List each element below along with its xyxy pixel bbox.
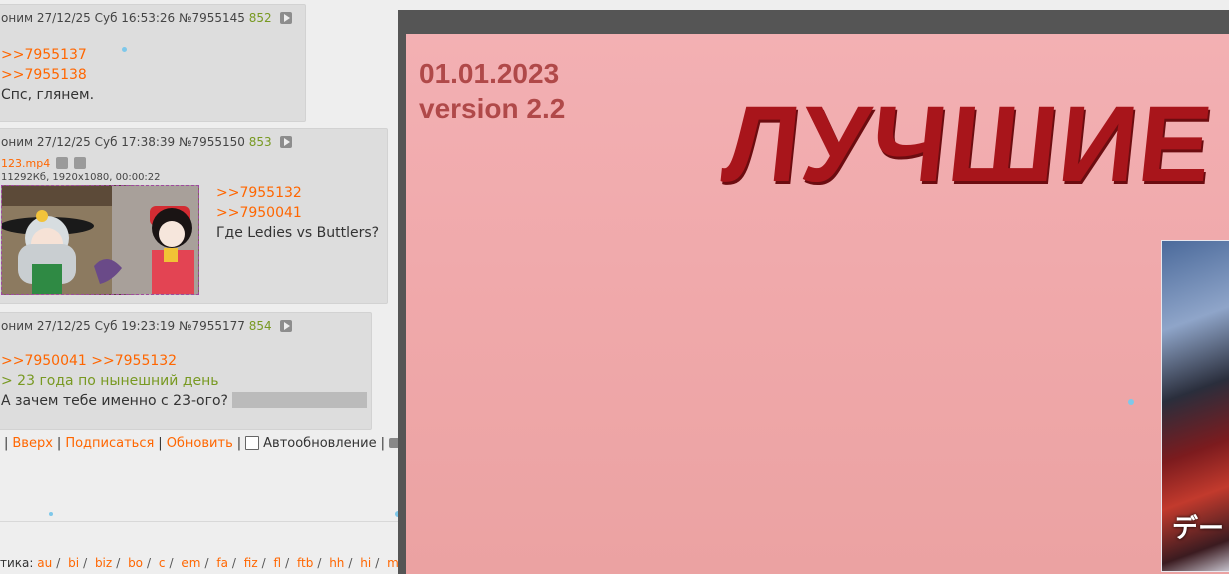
file-meta: 11292Кб, 1920x1080, 00:00:22 xyxy=(1,172,161,183)
viewer-date-block: 01.01.2023 version 2.2 xyxy=(419,56,565,126)
file-name[interactable]: 123.mp4 xyxy=(1,157,50,170)
decor-dot xyxy=(1128,399,1134,405)
post-date: 27/12/25 Суб 16:53:26 xyxy=(36,11,176,25)
reply-link[interactable]: >>7950041 xyxy=(216,203,379,223)
reply-links[interactable]: >>7950041 >>7955132 xyxy=(1,351,367,371)
post-date: 27/12/25 Суб 17:38:39 xyxy=(36,135,176,149)
board-link[interactable]: fa xyxy=(216,556,228,570)
post-7955145: оним 27/12/25 Суб 16:53:26 №7955145 852 … xyxy=(0,4,306,122)
download-icon[interactable] xyxy=(74,157,87,169)
boards-prefix: тика: xyxy=(0,556,34,570)
separator: | xyxy=(4,436,9,451)
reply-link[interactable]: >>7955137 xyxy=(1,45,94,65)
divider xyxy=(0,521,400,522)
board-link[interactable]: em xyxy=(181,556,200,570)
board-link[interactable]: hh xyxy=(329,556,344,570)
board-link[interactable]: fiz xyxy=(244,556,258,570)
thread-nav-bar: | Вверх | Подписаться | Обновить | Автообновлен… xyxy=(0,436,422,451)
board-link[interactable]: fl xyxy=(274,556,282,570)
post-7955177: оним 27/12/25 Суб 19:23:19 №7955177 854 … xyxy=(0,312,372,430)
post-author: оним xyxy=(1,11,34,25)
video-thumbnail[interactable] xyxy=(1,185,199,295)
separator: | xyxy=(158,436,163,451)
reply-link[interactable]: >>7955132 xyxy=(216,183,379,203)
up-link[interactable]: Вверх xyxy=(12,436,53,451)
post-number[interactable]: №7955145 xyxy=(179,11,245,25)
board-link[interactable]: hi xyxy=(360,556,371,570)
board-link[interactable]: ftb xyxy=(297,556,313,570)
post-message-text: А зачем тебе именно с 23-ого? xyxy=(1,393,228,409)
viewer-version: version 2.2 xyxy=(419,93,566,124)
separator: | xyxy=(380,436,385,451)
autorefresh-label: Автообновление xyxy=(263,436,377,451)
post-7955150: оним 27/12/25 Суб 17:38:39 №7955150 853 … xyxy=(0,128,388,304)
post-count: 853 xyxy=(248,135,272,149)
media-viewer-image[interactable]: 01.01.2023 version 2.2 ЛУЧШИЕ デー xyxy=(406,34,1229,574)
post-count: 852 xyxy=(248,11,272,25)
post-number[interactable]: №7955150 xyxy=(179,135,245,149)
refresh-link[interactable]: Обновить xyxy=(167,436,233,451)
post-author: оним xyxy=(1,319,34,333)
post-menu-icon[interactable] xyxy=(279,136,292,148)
board-link[interactable]: bo xyxy=(128,556,143,570)
decor-dot xyxy=(49,512,53,516)
post-header: оним 27/12/25 Суб 17:38:39 №7955150 853 xyxy=(1,135,292,149)
post-message: Где Ledies vs Buttlers? xyxy=(216,225,380,241)
post-header: оним 27/12/25 Суб 19:23:19 №7955177 854 xyxy=(1,319,292,333)
viewer-title: ЛУЧШИЕ xyxy=(717,83,1220,204)
post-message: А зачем тебе именно с 23-ого? xyxy=(1,391,367,411)
board-link[interactable]: biz xyxy=(95,556,112,570)
viewer-date: 01.01.2023 xyxy=(419,58,560,89)
search-icon[interactable] xyxy=(56,157,69,169)
post-author: оним xyxy=(1,135,34,149)
reply-link[interactable]: >>7955138 xyxy=(1,65,94,85)
boards-list: тика: au / bi / biz / bo / c / em / fa / fiz / f… xyxy=(0,556,407,570)
post-number[interactable]: №7955177 xyxy=(179,319,245,333)
separator: | xyxy=(56,436,62,451)
board-link[interactable]: bi xyxy=(68,556,79,570)
post-count: 854 xyxy=(248,319,272,333)
separator: | xyxy=(236,436,242,451)
spoiler[interactable] xyxy=(231,392,367,408)
post-menu-icon[interactable] xyxy=(279,12,292,24)
board-link[interactable]: au xyxy=(37,556,52,570)
post-menu-icon[interactable] xyxy=(279,320,292,332)
post-header: оним 27/12/25 Суб 16:53:26 №7955145 852 xyxy=(1,11,292,25)
board-link[interactable]: c xyxy=(159,556,166,570)
poster-image: デー xyxy=(1161,240,1229,572)
post-message: Спс, глянем. xyxy=(1,87,95,103)
post-date: 27/12/25 Суб 19:23:19 xyxy=(36,319,176,333)
thumbnail-image xyxy=(2,186,198,294)
subscribe-link[interactable]: Подписаться xyxy=(65,436,154,451)
greentext-quote: > 23 года по нынешний день xyxy=(1,373,219,389)
decor-dot xyxy=(122,47,127,52)
poster-text: デー xyxy=(1172,514,1225,544)
autorefresh-checkbox[interactable] xyxy=(245,436,260,450)
